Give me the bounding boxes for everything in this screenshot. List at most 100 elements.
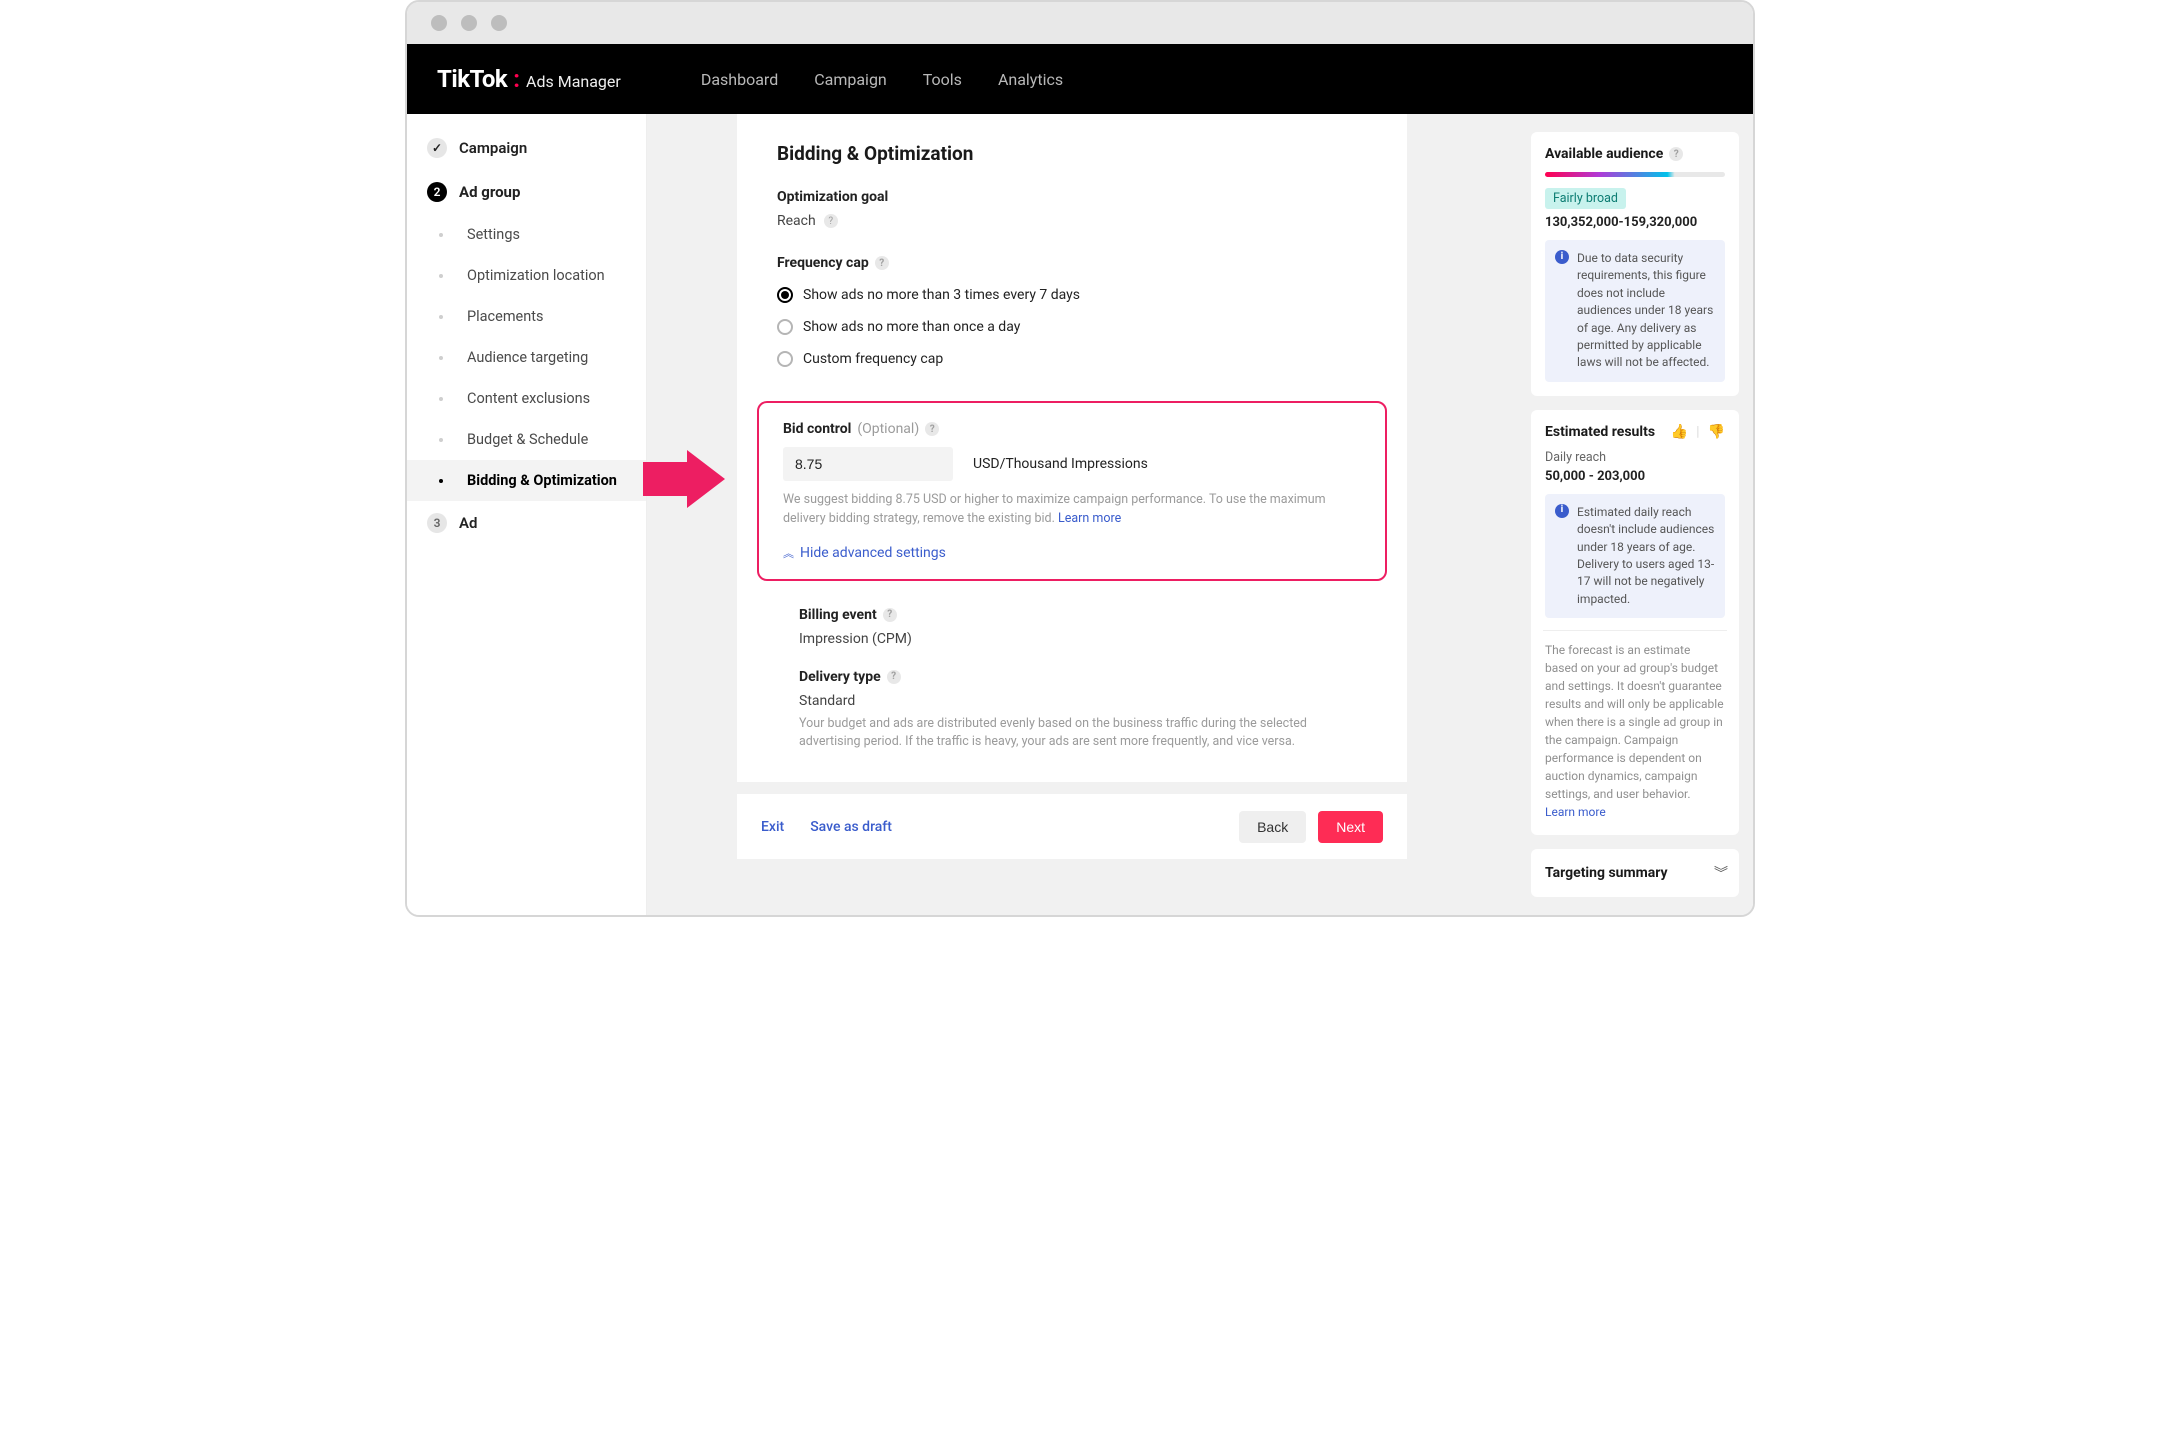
audience-gradient-bar bbox=[1545, 172, 1725, 177]
bid-hint: We suggest bidding 8.75 USD or higher to… bbox=[783, 491, 1361, 529]
feedback-thumbs: 👍 | 👎 bbox=[1671, 424, 1725, 440]
divider-icon: | bbox=[1696, 424, 1699, 440]
hide-advanced-label: Hide advanced settings bbox=[800, 545, 946, 561]
info-icon: i bbox=[1555, 250, 1569, 264]
back-button[interactable]: Back bbox=[1239, 811, 1306, 843]
help-icon[interactable]: ? bbox=[925, 422, 939, 436]
bullet-icon bbox=[439, 438, 443, 442]
radio-icon bbox=[777, 319, 793, 335]
step-campaign[interactable]: ✓ Campaign bbox=[407, 126, 646, 170]
exit-button[interactable]: Exit bbox=[761, 819, 784, 835]
help-icon[interactable]: ? bbox=[1669, 147, 1683, 161]
targeting-summary-card[interactable]: Targeting summary ︾ bbox=[1531, 849, 1739, 897]
delivery-type-value: Standard bbox=[799, 693, 1367, 709]
radio-icon bbox=[777, 351, 793, 367]
forecast-text: The forecast is an estimate based on you… bbox=[1545, 641, 1725, 821]
brand-name: TikTok bbox=[437, 65, 507, 93]
bullet-icon bbox=[439, 397, 443, 401]
layout: ✓ Campaign 2 Ad group Settings Optimizat… bbox=[407, 114, 1753, 915]
delivery-type-description: Your budget and ads are distributed even… bbox=[799, 715, 1367, 753]
estimated-results-card: Estimated results 👍 | 👎 Daily reach 50,0… bbox=[1531, 410, 1739, 835]
hide-advanced-toggle[interactable]: ︽ Hide advanced settings bbox=[783, 545, 1361, 561]
bid-unit: USD/Thousand Impressions bbox=[973, 456, 1148, 472]
bullet-icon bbox=[439, 356, 443, 360]
nav-campaign[interactable]: Campaign bbox=[814, 70, 887, 89]
help-icon[interactable]: ? bbox=[883, 608, 897, 622]
bottom-bar: Exit Save as draft Back Next bbox=[737, 794, 1407, 859]
results-info-box: i Estimated daily reach doesn't include … bbox=[1545, 494, 1725, 618]
save-draft-button[interactable]: Save as draft bbox=[810, 819, 892, 835]
nav-tools[interactable]: Tools bbox=[923, 70, 962, 89]
brand-subtitle: Ads Manager bbox=[526, 72, 621, 91]
step-label: Campaign bbox=[459, 139, 527, 157]
step-number-icon: 2 bbox=[427, 182, 447, 202]
page-title: Bidding & Optimization bbox=[777, 142, 1367, 165]
traffic-dot[interactable] bbox=[431, 15, 447, 31]
sidebar-item-settings[interactable]: Settings bbox=[407, 214, 646, 255]
advanced-settings: Billing event ? Impression (CPM) Deliver… bbox=[777, 607, 1367, 753]
help-icon[interactable]: ? bbox=[875, 256, 889, 270]
bottom-right-actions: Back Next bbox=[1239, 811, 1383, 843]
nav-analytics[interactable]: Analytics bbox=[998, 70, 1063, 89]
sidebar-item-label: Placements bbox=[467, 308, 543, 325]
brand-logo[interactable]: TikTok: Ads Manager bbox=[437, 65, 621, 93]
step-label: Ad group bbox=[459, 183, 520, 201]
results-info-text: Estimated daily reach doesn't include au… bbox=[1577, 504, 1715, 608]
sidebar-item-bidding-optimization[interactable]: Bidding & Optimization bbox=[407, 460, 646, 501]
bullet-icon bbox=[439, 274, 443, 278]
sidebar-item-audience-targeting[interactable]: Audience targeting bbox=[407, 337, 646, 378]
audience-info-box: i Due to data security requirements, thi… bbox=[1545, 240, 1725, 382]
optimization-goal-value: Reach ? bbox=[777, 213, 1367, 229]
bullet-icon bbox=[439, 233, 443, 237]
sidebar-item-label: Audience targeting bbox=[467, 349, 588, 366]
bullet-icon bbox=[439, 315, 443, 319]
check-icon: ✓ bbox=[427, 138, 447, 158]
top-nav: TikTok: Ads Manager Dashboard Campaign T… bbox=[407, 44, 1753, 114]
learn-more-link[interactable]: Learn more bbox=[1058, 511, 1121, 526]
main-wrap: Bidding & Optimization Optimization goal… bbox=[647, 114, 1517, 915]
app-window: TikTok: Ads Manager Dashboard Campaign T… bbox=[405, 0, 1755, 917]
nav-links: Dashboard Campaign Tools Analytics bbox=[701, 70, 1063, 89]
sidebar: ✓ Campaign 2 Ad group Settings Optimizat… bbox=[407, 114, 647, 915]
help-icon[interactable]: ? bbox=[887, 670, 901, 684]
sidebar-item-content-exclusions[interactable]: Content exclusions bbox=[407, 378, 646, 419]
sidebar-item-budget-schedule[interactable]: Budget & Schedule bbox=[407, 419, 646, 460]
bid-input[interactable] bbox=[783, 447, 953, 481]
nav-dashboard[interactable]: Dashboard bbox=[701, 70, 778, 89]
help-icon[interactable]: ? bbox=[824, 214, 838, 228]
available-audience-title: Available audience ? bbox=[1545, 146, 1725, 162]
callout-arrow-icon bbox=[643, 450, 725, 508]
next-button[interactable]: Next bbox=[1318, 811, 1383, 843]
bid-row: USD/Thousand Impressions bbox=[783, 447, 1361, 481]
sidebar-item-label: Bidding & Optimization bbox=[467, 472, 617, 489]
bottom-left-actions: Exit Save as draft bbox=[761, 819, 892, 835]
available-audience-card: Available audience ? Fairly broad 130,35… bbox=[1531, 132, 1739, 396]
sidebar-item-optimization-location[interactable]: Optimization location bbox=[407, 255, 646, 296]
thumbs-down-icon[interactable]: 👎 bbox=[1708, 424, 1725, 440]
sidebar-item-placements[interactable]: Placements bbox=[407, 296, 646, 337]
estimated-results-title: Estimated results bbox=[1545, 424, 1655, 440]
freq-option-custom[interactable]: Custom frequency cap bbox=[777, 343, 1367, 375]
thumbs-up-icon[interactable]: 👍 bbox=[1671, 424, 1688, 440]
delivery-type-label: Delivery type ? bbox=[799, 669, 1367, 685]
bid-control-highlight: Bid control (Optional) ? USD/Thousand Im… bbox=[757, 401, 1387, 581]
traffic-dot[interactable] bbox=[491, 15, 507, 31]
freq-option-3x7[interactable]: Show ads no more than 3 times every 7 da… bbox=[777, 279, 1367, 311]
chevron-up-icon: ︽ bbox=[783, 545, 792, 561]
right-column: Available audience ? Fairly broad 130,35… bbox=[1517, 114, 1753, 915]
chevron-down-icon: ︾ bbox=[1714, 863, 1725, 883]
traffic-dot[interactable] bbox=[461, 15, 477, 31]
audience-breadth-pill: Fairly broad bbox=[1545, 188, 1626, 209]
step-label: Ad bbox=[459, 514, 477, 532]
sidebar-item-label: Content exclusions bbox=[467, 390, 590, 407]
freq-option-once-day[interactable]: Show ads no more than once a day bbox=[777, 311, 1367, 343]
step-ad[interactable]: 3 Ad bbox=[407, 501, 646, 545]
step-adgroup[interactable]: 2 Ad group bbox=[407, 170, 646, 214]
main-panel: Bidding & Optimization Optimization goal… bbox=[737, 114, 1407, 782]
results-header: Estimated results 👍 | 👎 bbox=[1545, 424, 1725, 440]
learn-more-link[interactable]: Learn more bbox=[1545, 805, 1606, 819]
audience-info-text: Due to data security requirements, this … bbox=[1577, 250, 1715, 372]
frequency-cap-label: Frequency cap ? bbox=[777, 255, 1367, 271]
sidebar-item-label: Settings bbox=[467, 226, 520, 243]
optimization-goal-label: Optimization goal bbox=[777, 189, 1367, 205]
